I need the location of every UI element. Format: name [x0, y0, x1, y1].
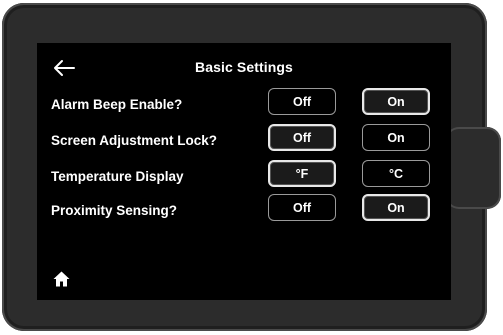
page-title: Basic Settings — [195, 59, 293, 75]
alarm-beep-off-button[interactable]: Off — [268, 88, 336, 115]
proximity-off-button[interactable]: Off — [268, 194, 336, 221]
settings-screen: Basic Settings Alarm Beep Enable? Off On… — [37, 43, 451, 300]
device-side-tab — [445, 127, 501, 209]
proximity-on-button[interactable]: On — [362, 194, 430, 221]
alarm-beep-on-button[interactable]: On — [362, 88, 430, 115]
screen-lock-label: Screen Adjustment Lock? — [51, 133, 218, 148]
temperature-celsius-button[interactable]: °C — [362, 160, 430, 187]
screen-lock-on-button[interactable]: On — [362, 124, 430, 151]
alarm-beep-label: Alarm Beep Enable? — [51, 97, 183, 112]
proximity-sensing-label: Proximity Sensing? — [51, 203, 178, 218]
temperature-fahrenheit-button[interactable]: °F — [268, 160, 336, 187]
home-icon[interactable] — [53, 271, 70, 287]
screen-lock-off-button[interactable]: Off — [268, 124, 336, 151]
temperature-display-label: Temperature Display — [51, 169, 184, 184]
